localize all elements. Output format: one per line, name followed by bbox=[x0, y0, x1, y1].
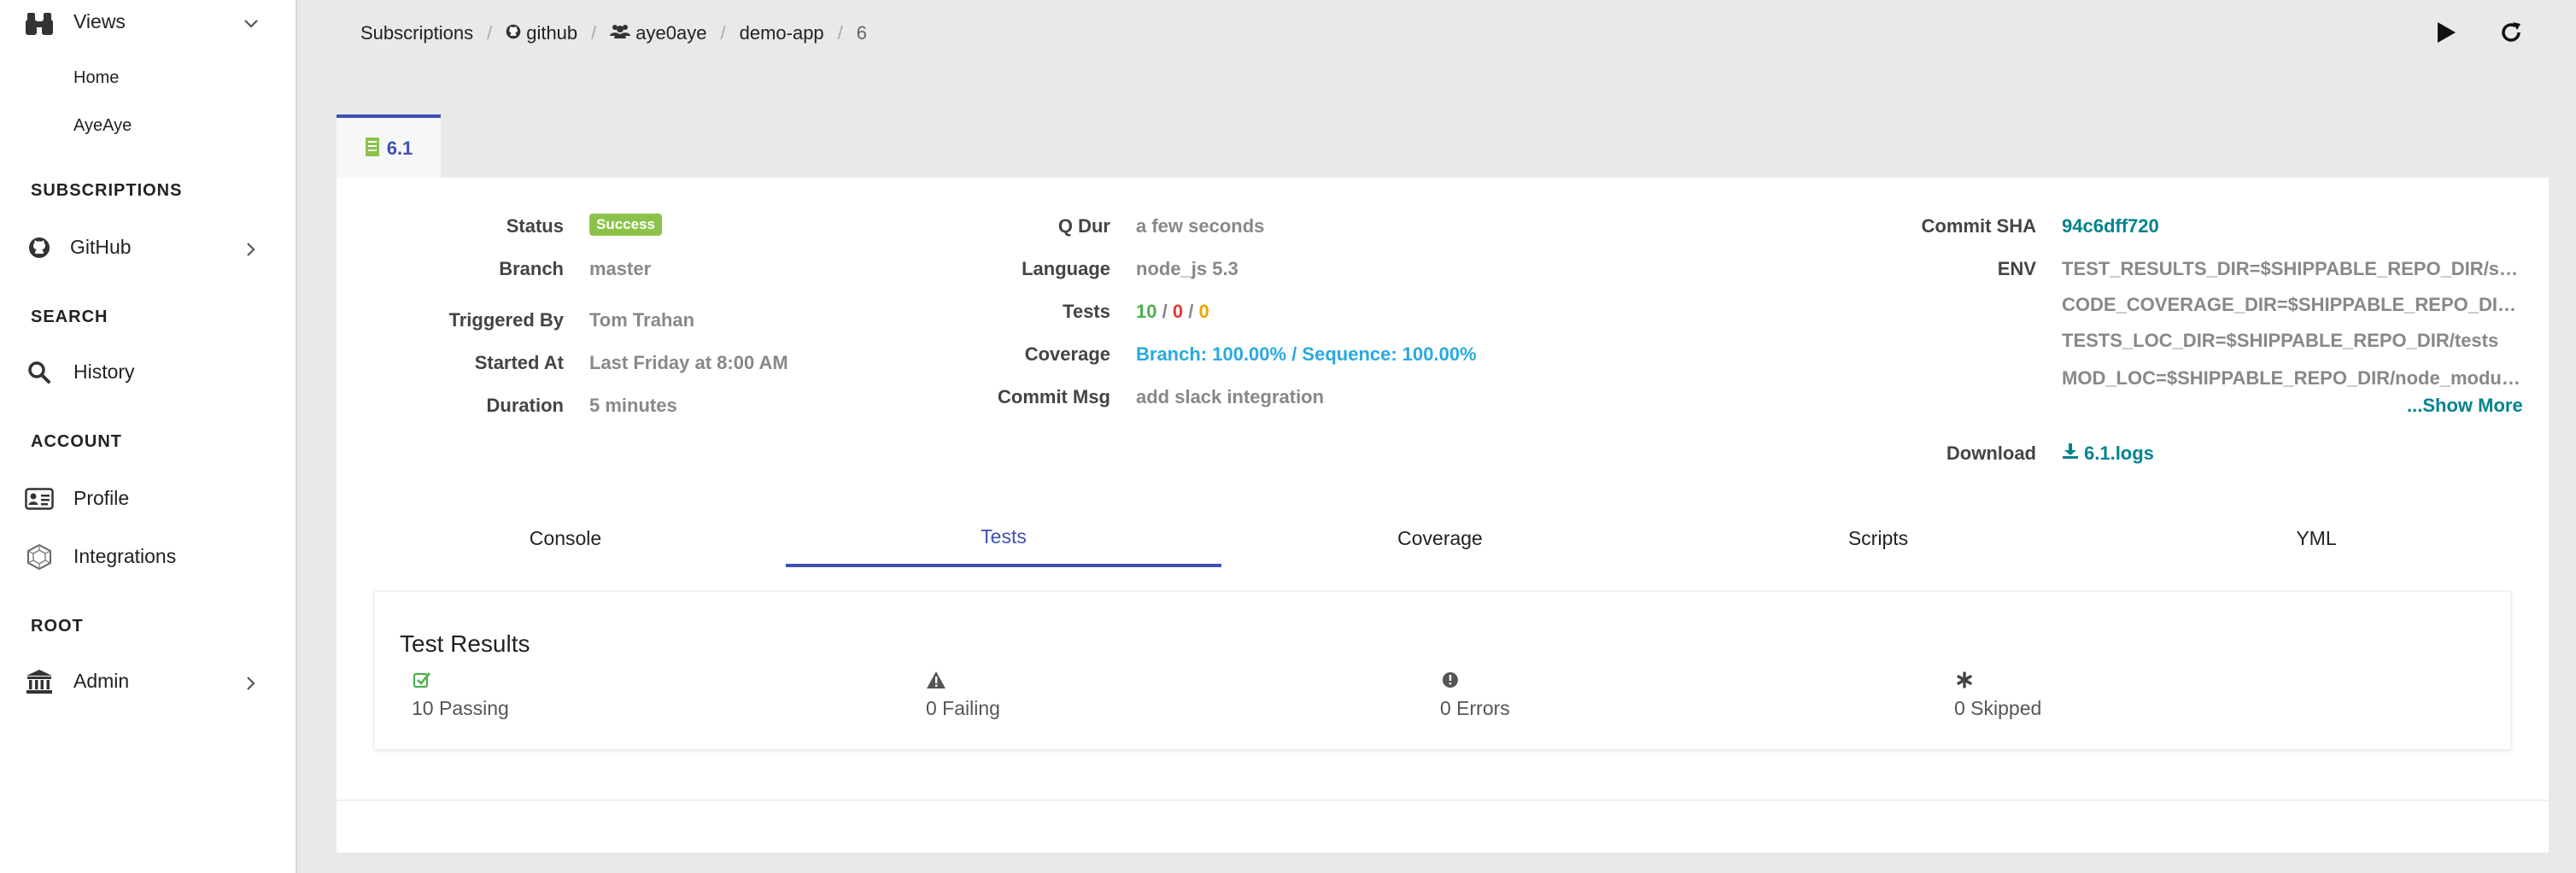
build-tabs-bar bbox=[337, 114, 2549, 179]
id-card-icon bbox=[24, 483, 55, 514]
tests-summary: 10 / 0 / 0 bbox=[1136, 301, 1209, 322]
status-label: Status bbox=[506, 215, 564, 237]
sidebar: Views Home AyeAye SUBSCRIPTIONS GitHub S… bbox=[0, 0, 297, 873]
section-heading-account: ACCOUNT bbox=[31, 432, 122, 451]
breadcrumb-label: github bbox=[526, 22, 578, 44]
github-icon bbox=[24, 232, 55, 263]
sidebar-item-label: Profile bbox=[73, 487, 130, 509]
tab-coverage[interactable]: Coverage bbox=[1221, 509, 1659, 567]
failing-count: 0 Failing bbox=[926, 697, 1000, 719]
language-value: node_js 5.3 bbox=[1136, 258, 1238, 279]
env-value: TEST_RESULTS_DIR=$SHIPPABLE_REPO_DIR/shi… bbox=[2062, 258, 2523, 279]
section-heading-root: ROOT bbox=[31, 617, 84, 636]
tab-console[interactable]: Console bbox=[371, 509, 760, 567]
info-circle-icon bbox=[1440, 670, 1461, 690]
language-label: Language bbox=[1022, 258, 1110, 279]
tests-label: Tests bbox=[1063, 301, 1110, 322]
asterisk-icon bbox=[1954, 670, 1975, 690]
triggered-by-value: Tom Trahan bbox=[589, 309, 695, 331]
started-at-label: Started At bbox=[474, 352, 564, 373]
env-value: MOD_LOC=$SHIPPABLE_REPO_DIR/node_modules… bbox=[2062, 367, 2523, 389]
binoculars-icon bbox=[24, 9, 55, 39]
tab-tests[interactable]: Tests bbox=[786, 509, 1221, 567]
breadcrumb-subscriptions[interactable]: Subscriptions bbox=[360, 22, 473, 44]
skipped-count: 0 Skipped bbox=[1954, 697, 2042, 719]
branch-value: master bbox=[589, 258, 652, 279]
sidebar-item-label: Views bbox=[73, 10, 126, 32]
download-label: Download bbox=[1946, 442, 2036, 464]
breadcrumb: Subscriptions / github / aye0aye / demo-… bbox=[360, 21, 867, 46]
build-tab-label: 6.1 bbox=[386, 138, 413, 159]
breadcrumb-separator: / bbox=[487, 22, 493, 44]
test-results-title: Test Results bbox=[400, 630, 530, 657]
github-icon bbox=[506, 22, 521, 44]
play-icon[interactable] bbox=[2431, 17, 2462, 48]
tests-pass-count: 10 bbox=[1136, 301, 1157, 322]
download-filename: 6.1.logs bbox=[2084, 442, 2154, 464]
search-icon bbox=[24, 357, 55, 388]
bank-icon bbox=[24, 666, 55, 697]
duration-value: 5 minutes bbox=[589, 395, 677, 416]
q-dur-label: Q Dur bbox=[1057, 215, 1110, 237]
tests-skip-count: 0 bbox=[1198, 301, 1209, 322]
status-badge: Success bbox=[589, 214, 662, 236]
commit-sha-label: Commit SHA bbox=[1921, 215, 2036, 237]
commit-msg-label: Commit Msg bbox=[998, 386, 1110, 407]
download-icon bbox=[2062, 442, 2079, 465]
tests-fail-count: 0 bbox=[1172, 301, 1184, 322]
section-heading-search: SEARCH bbox=[31, 308, 108, 326]
download-link[interactable]: 6.1.logs bbox=[2062, 442, 2154, 465]
sidebar-item-label: Integrations bbox=[73, 545, 177, 567]
breadcrumb-separator: / bbox=[591, 22, 597, 44]
check-square-icon bbox=[412, 670, 432, 690]
commit-sha-link[interactable]: 94c6dff720 bbox=[2062, 215, 2159, 237]
sidebar-item-label: GitHub bbox=[70, 236, 132, 258]
breadcrumb-run: 6 bbox=[856, 22, 868, 44]
tab-scripts[interactable]: Scripts bbox=[1659, 509, 2098, 567]
breadcrumb-label: aye0aye bbox=[635, 22, 707, 44]
warning-icon bbox=[926, 670, 946, 690]
chevron-right-icon[interactable] bbox=[241, 673, 261, 694]
sidebar-item-label: History bbox=[73, 360, 135, 383]
breadcrumb-github[interactable]: github bbox=[506, 22, 577, 44]
breadcrumb-separator: / bbox=[837, 22, 843, 44]
sidebar-item-label: Admin bbox=[73, 670, 130, 692]
chevron-down-icon[interactable] bbox=[241, 14, 261, 34]
users-icon bbox=[610, 22, 631, 44]
started-at-value: Last Friday at 8:00 AM bbox=[589, 352, 788, 373]
hexagon-icon bbox=[24, 542, 55, 572]
tab-yml[interactable]: YML bbox=[2098, 509, 2535, 567]
sidebar-item-views[interactable]: Views bbox=[0, 5, 296, 39]
section-heading-subscriptions: SUBSCRIPTIONS bbox=[31, 181, 183, 200]
env-label: ENV bbox=[1997, 258, 2036, 279]
sidebar-item-profile[interactable]: Profile bbox=[0, 482, 296, 516]
env-value: CODE_COVERAGE_DIR=$SHIPPABLE_REPO_DIR/sh… bbox=[2062, 294, 2523, 315]
duration-label: Duration bbox=[486, 395, 564, 416]
chevron-right-icon[interactable] bbox=[241, 239, 261, 260]
passing-count: 10 Passing bbox=[412, 697, 509, 719]
breadcrumb-repo[interactable]: demo-app bbox=[740, 22, 824, 44]
branch-label: Branch bbox=[499, 258, 564, 279]
sidebar-item-admin[interactable]: Admin bbox=[0, 665, 296, 699]
breadcrumb-org[interactable]: aye0aye bbox=[610, 22, 706, 44]
sidebar-item-history[interactable]: History bbox=[0, 355, 296, 390]
document-icon bbox=[365, 137, 380, 161]
sidebar-subitem-ayeaye[interactable]: AyeAye bbox=[73, 116, 132, 136]
coverage-label: Coverage bbox=[1024, 343, 1110, 365]
triggered-by-label: Triggered By bbox=[448, 309, 564, 331]
breadcrumb-separator: / bbox=[720, 22, 726, 44]
refresh-icon[interactable] bbox=[2496, 17, 2526, 48]
sidebar-item-github[interactable]: GitHub bbox=[0, 231, 296, 265]
q-dur-value: a few seconds bbox=[1136, 215, 1265, 237]
build-tab-active[interactable]: 6.1 bbox=[337, 114, 441, 179]
show-more-link[interactable]: ...Show More bbox=[2407, 395, 2523, 417]
commit-msg-value: add slack integration bbox=[1136, 386, 1325, 407]
divider bbox=[337, 800, 2549, 801]
sidebar-subitem-home[interactable]: Home bbox=[73, 68, 119, 88]
coverage-value[interactable]: Branch: 100.00% / Sequence: 100.00% bbox=[1136, 343, 1477, 366]
env-value: TESTS_LOC_DIR=$SHIPPABLE_REPO_DIR/tests bbox=[2062, 330, 2499, 351]
sidebar-item-integrations[interactable]: Integrations bbox=[0, 540, 296, 574]
errors-count: 0 Errors bbox=[1440, 697, 1510, 719]
top-actions bbox=[2431, 17, 2526, 48]
